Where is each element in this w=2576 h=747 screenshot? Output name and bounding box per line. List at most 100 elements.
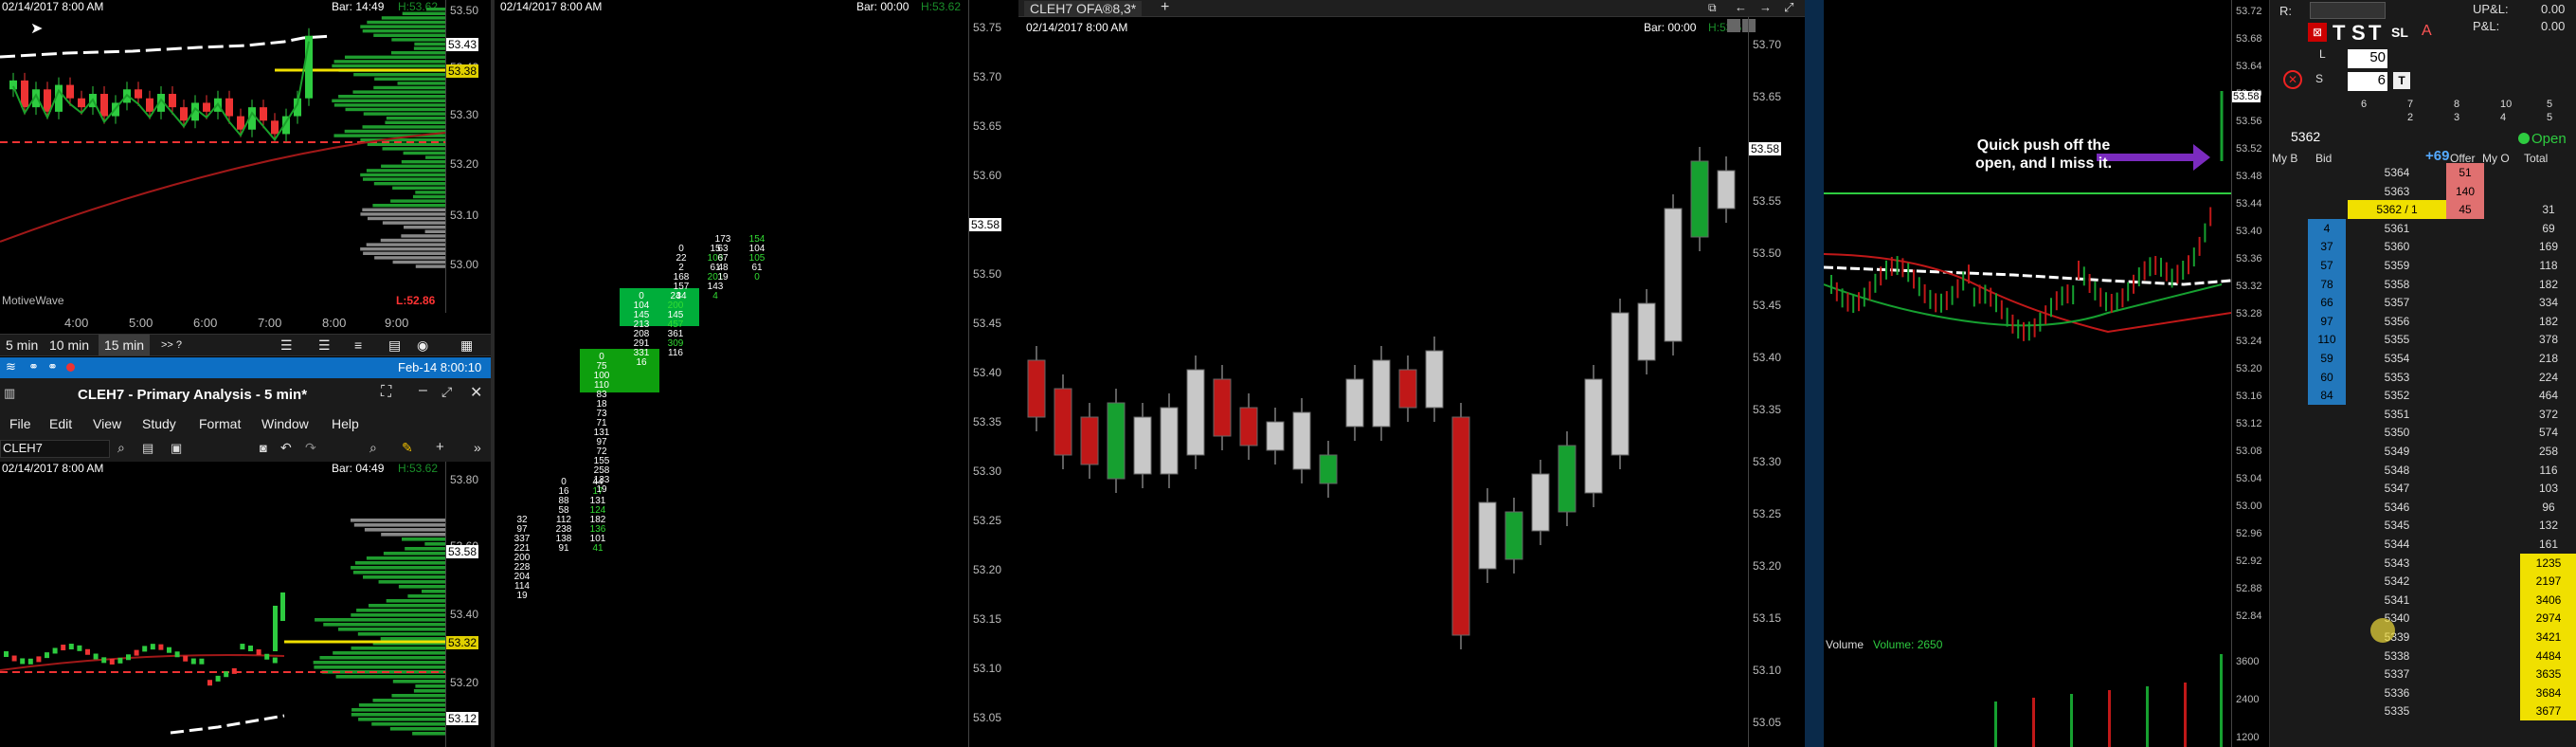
size-preset-button[interactable]: 6: [2361, 99, 2367, 110]
dom-offer-cell[interactable]: [2446, 609, 2484, 628]
dom-offer-cell[interactable]: 51: [2446, 163, 2484, 182]
dom-row[interactable]: 5347 103: [2270, 479, 2576, 498]
zoom-icon[interactable]: ⌕: [369, 440, 377, 456]
dom-offer-cell[interactable]: [2446, 219, 2484, 238]
close-icon[interactable]: ✕: [470, 383, 482, 402]
dom-bid-cell[interactable]: [2308, 498, 2346, 517]
dom-total-cell[interactable]: 103: [2520, 479, 2576, 498]
footprint-panel[interactable]: 02/14/2017 8:00 AM Bar: 00:00 H:53.62 32…: [495, 0, 1018, 747]
dom-price-cell[interactable]: 5357: [2348, 293, 2446, 312]
dom-price-cell[interactable]: 5346: [2348, 498, 2446, 517]
dom-offer-cell[interactable]: [2446, 479, 2484, 498]
chart-type-icon[interactable]: ☰: [275, 335, 298, 355]
ticket-icon[interactable]: T: [2393, 72, 2410, 89]
ofa-plot[interactable]: [1018, 0, 1748, 747]
dom-row[interactable]: 5346 96: [2270, 498, 2576, 517]
dom-total-cell[interactable]: 378: [2520, 330, 2576, 349]
dom-total-cell[interactable]: 4484: [2520, 646, 2576, 665]
pen-icon[interactable]: ✎: [402, 440, 413, 456]
dom-row[interactable]: 5349 258: [2270, 442, 2576, 461]
dom-bid-cell[interactable]: 59: [2308, 349, 2346, 368]
menu-help[interactable]: Help: [332, 410, 359, 437]
menu-view[interactable]: View: [93, 410, 121, 437]
grid-icon[interactable]: ▦: [455, 335, 478, 355]
dom-offer-cell[interactable]: [2446, 368, 2484, 387]
dom-total-cell[interactable]: 464: [2520, 386, 2576, 405]
dom-row[interactable]: 5335 3677: [2270, 701, 2576, 721]
dom-total-cell[interactable]: 224: [2520, 368, 2576, 387]
dom-offer-cell[interactable]: [2446, 405, 2484, 424]
dom-total-cell[interactable]: 3677: [2520, 701, 2576, 721]
dom-total-cell[interactable]: 132: [2520, 516, 2576, 535]
chart1-panel[interactable]: 02/14/2017 8:00 AM Bar: 14:49 H:53.62 53…: [0, 0, 491, 334]
dom-price-cell[interactable]: 5337: [2348, 665, 2446, 683]
restore-icon[interactable]: ⤢: [441, 384, 452, 400]
dom-row[interactable]: 5336 3684: [2270, 683, 2576, 702]
camera-icon[interactable]: ◙: [260, 441, 267, 455]
dom-bid-cell[interactable]: [2308, 461, 2346, 480]
dom-total-cell[interactable]: 96: [2520, 498, 2576, 517]
dom-bid-cell[interactable]: 84: [2308, 386, 2346, 406]
dom-bid-cell[interactable]: [2308, 479, 2346, 498]
dom-price-cell[interactable]: 5360: [2348, 237, 2446, 256]
dom-offer-cell[interactable]: [2446, 683, 2484, 702]
dom-bid-cell[interactable]: [2308, 701, 2346, 720]
size-preset-button[interactable]: 2: [2407, 112, 2413, 123]
list-icon[interactable]: ≡: [349, 335, 368, 355]
dom-offer-cell[interactable]: [2446, 461, 2484, 480]
dom-row[interactable]: 57 5359 118: [2270, 256, 2576, 275]
dom-offer-cell[interactable]: [2446, 312, 2484, 331]
menu-study[interactable]: Study: [142, 410, 176, 437]
dom-row[interactable]: 97 5356 182: [2270, 311, 2576, 331]
dom-price-cell[interactable]: 5350: [2348, 423, 2446, 442]
size-preset-button[interactable]: 8: [2454, 99, 2459, 110]
dom-price-cell[interactable]: 5343: [2348, 554, 2446, 573]
fullscreen-icon[interactable]: ⛶: [381, 384, 391, 401]
timeframe-10min-button[interactable]: 10 min: [44, 335, 95, 355]
size-preset-button[interactable]: 5: [2547, 99, 2552, 110]
cancel-all-icon[interactable]: ✕: [2283, 70, 2302, 89]
chart4-plot[interactable]: [1824, 0, 2231, 747]
dom-row[interactable]: 5344 161: [2270, 535, 2576, 554]
redo-icon[interactable]: ↷: [305, 440, 316, 456]
dom-total-cell[interactable]: 182: [2520, 275, 2576, 294]
dom-offer-cell[interactable]: [2446, 293, 2484, 312]
dom-bid-cell[interactable]: [2308, 442, 2346, 461]
dom-total-cell[interactable]: 258: [2520, 442, 2576, 461]
dom-price-cell[interactable]: 5344: [2348, 535, 2446, 554]
dom-offer-cell[interactable]: 140: [2446, 181, 2484, 201]
dom-price-cell[interactable]: 5356: [2348, 312, 2446, 331]
dom-bid-cell[interactable]: [2308, 683, 2346, 702]
dom-bid-cell[interactable]: [2308, 609, 2346, 628]
dom-row[interactable]: 5340 2974: [2270, 609, 2576, 629]
stop-tool-icon[interactable]: S: [2351, 21, 2366, 46]
dom-total-cell[interactable]: [2520, 182, 2576, 201]
dom-bid-cell[interactable]: [2308, 200, 2346, 219]
dom-bid-cell[interactable]: 110: [2308, 330, 2346, 350]
dom-row[interactable]: 5364 51: [2270, 163, 2576, 182]
menu-format[interactable]: Format: [199, 410, 241, 437]
size-preset-button[interactable]: 5: [2547, 112, 2552, 123]
chart2-plot[interactable]: [0, 462, 445, 747]
dom-price-cell[interactable]: 5349: [2348, 442, 2446, 461]
forward-icon[interactable]: →: [1759, 0, 1772, 14]
dom-total-cell[interactable]: 3421: [2520, 628, 2576, 647]
dom-row[interactable]: 5342 2197: [2270, 572, 2576, 592]
layers-icon[interactable]: ▤: [383, 335, 406, 355]
alert-tool-icon[interactable]: A: [2422, 23, 2432, 40]
target-tool-icon[interactable]: T: [2369, 21, 2381, 46]
dom-ladder[interactable]: 5364 51 5363 140 5362 / 1 45 31 4 5361 69 37 5360 16…: [2270, 163, 2576, 747]
align-icon[interactable]: ☰: [313, 335, 336, 355]
dom-price-cell[interactable]: 5362 / 1: [2348, 200, 2446, 220]
dom-total-cell[interactable]: 116: [2520, 461, 2576, 480]
minimize-icon[interactable]: –: [419, 382, 427, 399]
dom-price-cell[interactable]: 5345: [2348, 516, 2446, 535]
size-preset-button[interactable]: 4: [2500, 112, 2506, 123]
dom-offer-cell[interactable]: [2446, 442, 2484, 461]
link-icon[interactable]: ⚭: [28, 359, 39, 374]
dom-row[interactable]: 5339 3421: [2270, 628, 2576, 647]
dom-row[interactable]: 5350 574: [2270, 423, 2576, 442]
dom-offer-cell[interactable]: [2446, 665, 2484, 683]
dom-total-cell[interactable]: 372: [2520, 405, 2576, 424]
dom-total-cell[interactable]: 69: [2520, 219, 2576, 238]
